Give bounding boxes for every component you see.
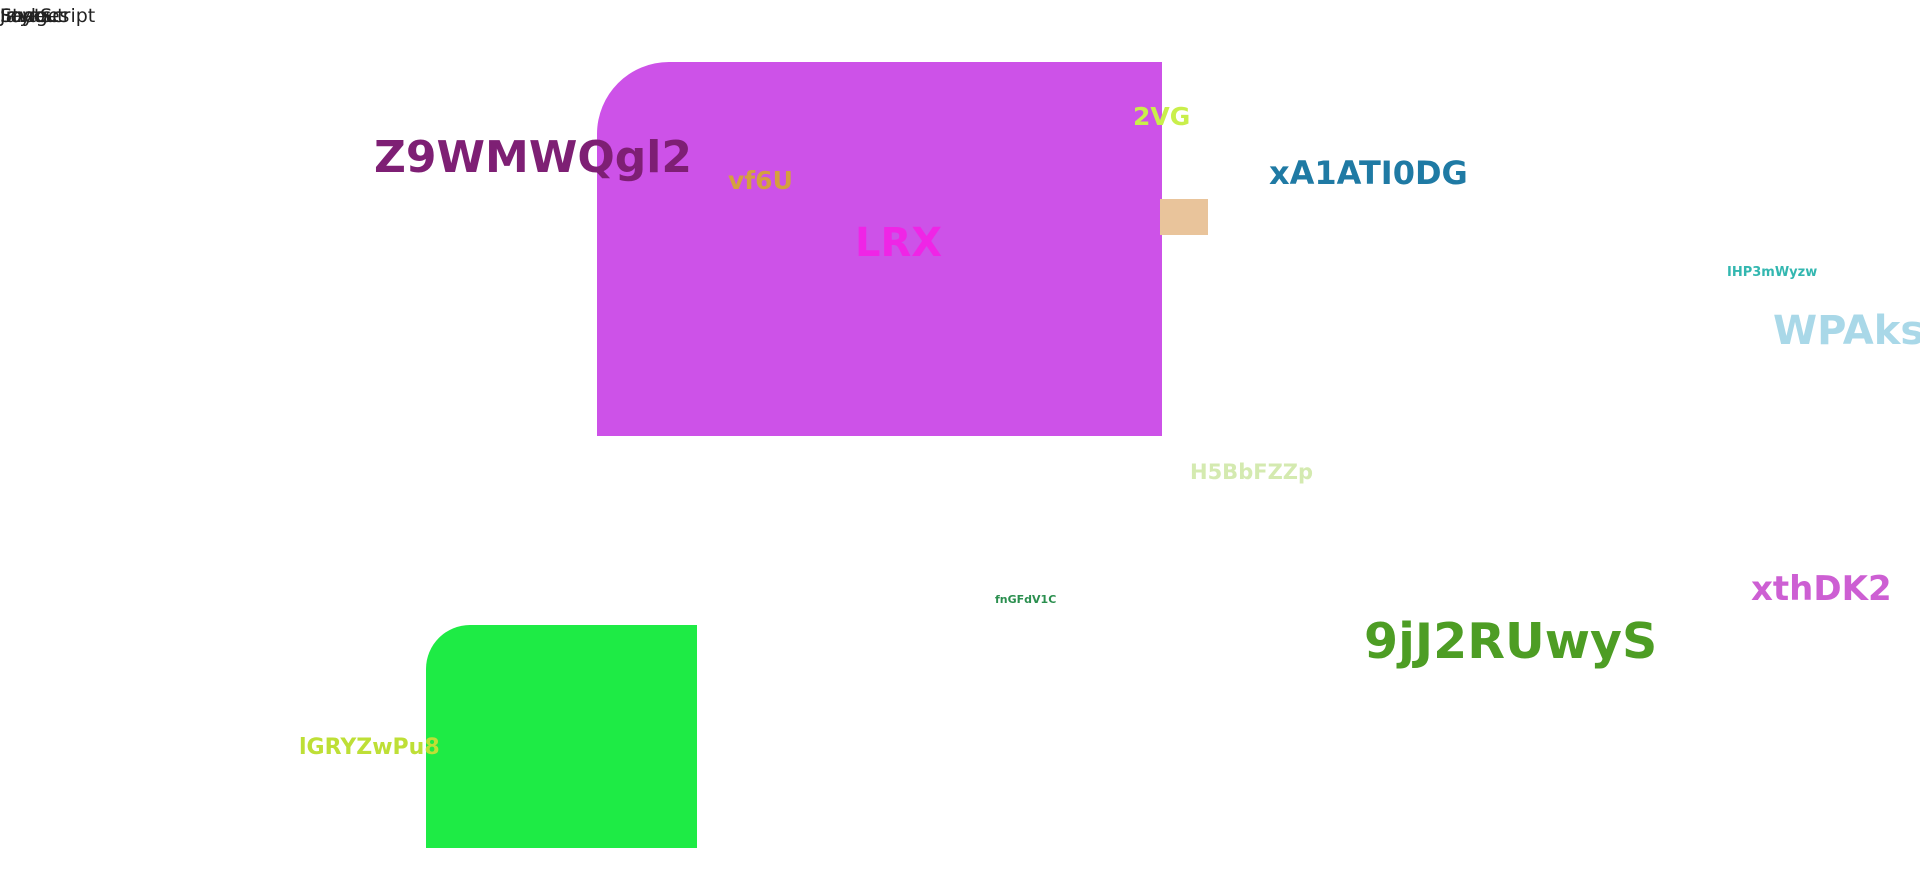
text-lrx: LRX bbox=[855, 220, 943, 266]
text-xthdk2: xthDK2 bbox=[1751, 569, 1892, 609]
text-xa1ati0dg: xA1ATI0DG bbox=[1269, 154, 1468, 192]
text-2vg: 2VG bbox=[1133, 102, 1191, 131]
text-ihp3mwyzw: IHP3mWyzw bbox=[1727, 265, 1818, 280]
text-h5bbfzzp: H5BbFZZp bbox=[1190, 460, 1314, 484]
tan-block bbox=[1160, 199, 1208, 235]
text-9jj2ruwys: 9jJ2RUwyS bbox=[1364, 613, 1658, 670]
text-wpaks: WPAksU bbox=[1773, 308, 1920, 354]
green-block bbox=[426, 625, 697, 848]
text-fngfdv1c: fnGFdV1C bbox=[995, 593, 1057, 606]
text-igryzwpu8: lGRYZwPu8 bbox=[299, 735, 440, 760]
text-vf6u: vf6U bbox=[728, 166, 793, 195]
text-z9wmwqgl2: Z9WMWQgl2 bbox=[374, 132, 692, 183]
corner-label-layout: Layout bbox=[0, 5, 65, 27]
